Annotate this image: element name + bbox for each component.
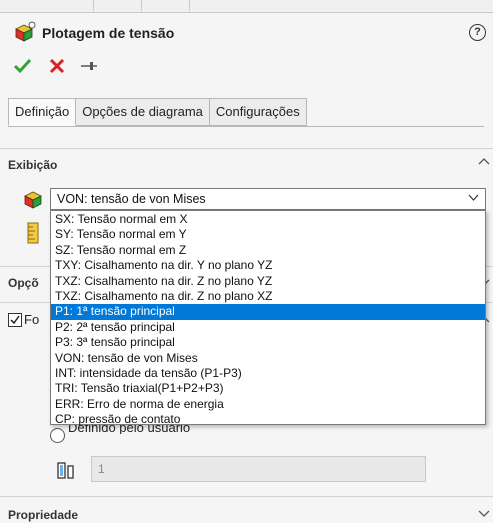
scale-factor-icon [56,460,80,480]
dropdown-option-txz-xz[interactable]: TXZ: Cisalhamento na dir. Z no plano XZ [51,289,485,304]
dropdown-option-tri[interactable]: TRI: Tensão triaxial(P1+P2+P3) [51,381,485,396]
user-defined-radio[interactable] [50,428,65,443]
cancel-button[interactable] [49,58,65,74]
tab-chart-options[interactable]: Opções de diagrama [76,98,210,126]
display-section-title: Exibição [8,158,58,172]
ok-button[interactable] [13,57,33,75]
advanced-options-title: Opçõ [8,276,39,290]
dropdown-option-err[interactable]: ERR: Erro de norma de energia [51,397,485,412]
dropdown-option-p1[interactable]: P1: 1ª tensão principal [51,304,485,320]
property-section-title: Propriedade [8,508,79,522]
expand-chevron-icon[interactable] [478,507,490,522]
stress-component-select[interactable]: VON: tensão de von Mises [50,188,486,210]
dropdown-option-sy[interactable]: SY: Tensão normal em Y [51,227,485,242]
top-tab-strip [0,0,493,13]
section-divider [0,496,493,497]
dropdown-option-sz[interactable]: SZ: Tensão normal em Z [51,243,485,258]
select-value: VON: tensão de von Mises [57,192,206,206]
tab-stub-divider [92,0,94,11]
stress-component-dropdown-list: SX: Tensão normal em X SY: Tensão normal… [50,210,486,427]
chevron-down-icon [468,192,479,206]
help-icon[interactable]: ? [469,24,486,41]
dropdown-option-int[interactable]: INT: intensidade da tensão (P1-P3) [51,366,485,381]
pin-button[interactable] [80,59,98,73]
collapse-chevron-icon[interactable] [478,154,490,169]
dropdown-option-cp[interactable]: CP: pressão de contato [51,412,485,427]
dropdown-option-von[interactable]: VON: tensão de von Mises [51,351,485,366]
deformed-shape-label: Fo [24,312,40,327]
section-divider [0,148,493,149]
tab-stub-divider [140,0,142,11]
units-ruler-icon [26,222,40,244]
dropdown-option-txy[interactable]: TXY: Cisalhamento na dir. Y no plano YZ [51,258,485,273]
dropdown-option-p3[interactable]: P3: 3ª tensão principal [51,335,485,350]
dropdown-option-p2[interactable]: P2: 2ª tensão principal [51,320,485,335]
dropdown-option-txz-yz[interactable]: TXZ: Cisalhamento na dir. Z no plano YZ [51,274,485,289]
deformed-shape-checkbox[interactable] [8,313,22,327]
scale-factor-input[interactable]: 1 [91,456,426,482]
tab-definition[interactable]: Definição [8,98,77,126]
tab-bar: Definição Opções de diagrama Configuraçõ… [8,98,307,126]
scale-factor-value: 1 [98,462,105,476]
tab-settings[interactable]: Configurações [209,98,307,126]
tab-underline [8,126,484,127]
dropdown-option-sx[interactable]: SX: Tensão normal em X [51,212,485,227]
stress-plot-icon [14,21,36,43]
stress-component-icon [22,188,44,210]
tab-stub-divider [188,0,190,11]
panel-title: Plotagem de tensão [42,25,175,41]
